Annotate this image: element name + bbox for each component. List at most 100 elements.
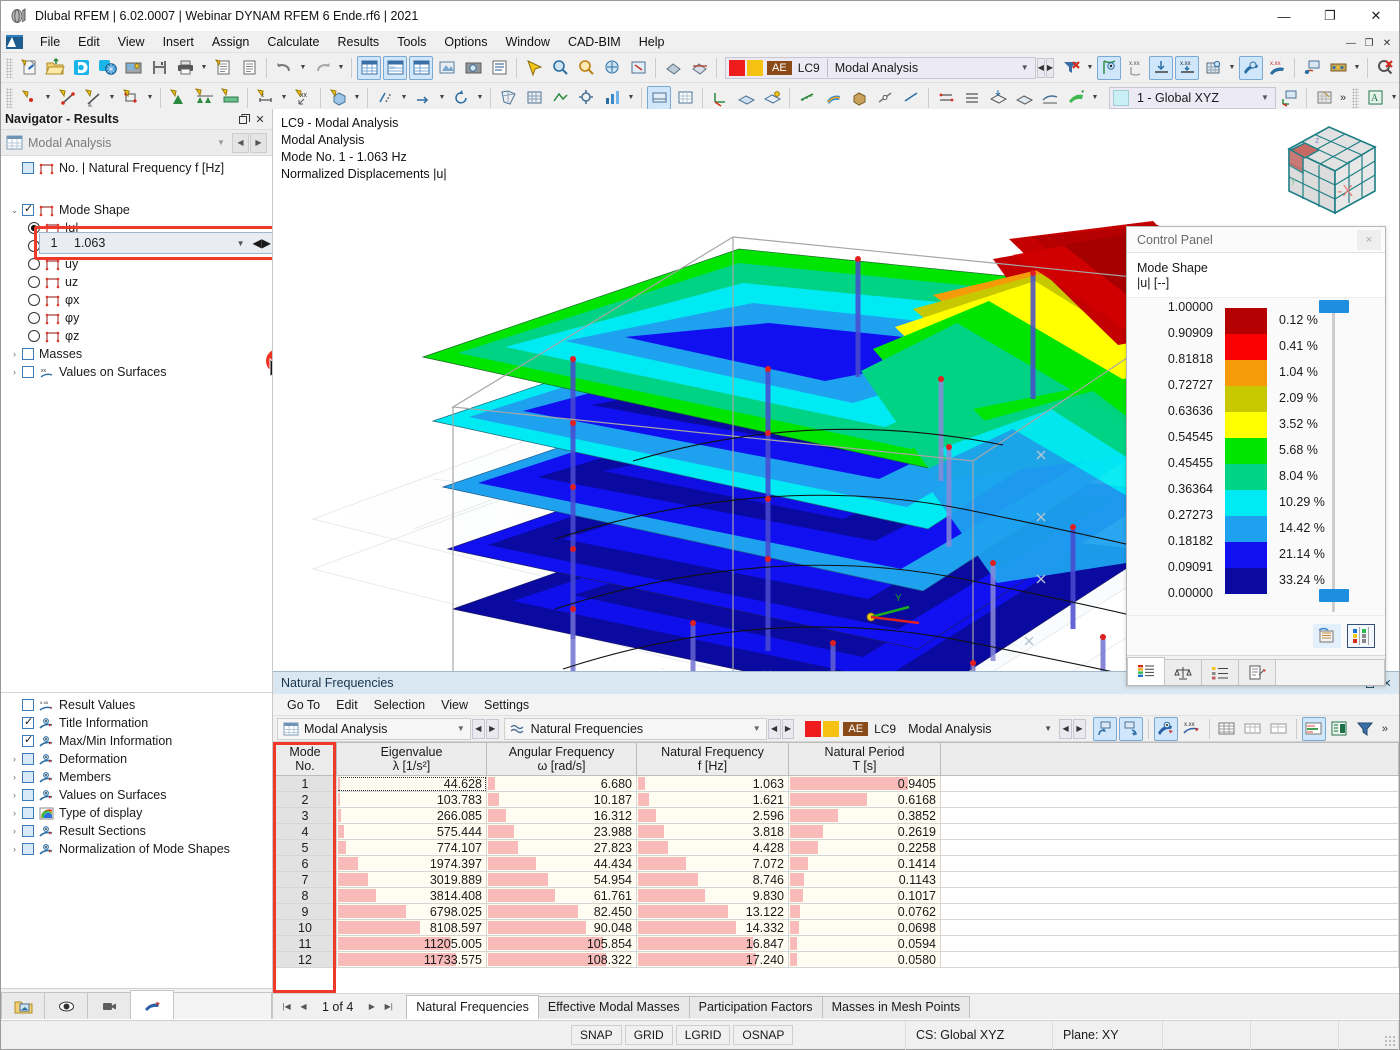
cell-natural-period[interactable]: 0.6168 <box>788 791 941 808</box>
snap-button[interactable]: SNAP <box>571 1025 622 1045</box>
result-tables-icon[interactable] <box>357 55 381 80</box>
cell-natural-period[interactable]: 0.3852 <box>788 807 941 824</box>
display-item-title-information[interactable]: Title Information <box>1 714 272 732</box>
tree-item-values-on-surfaces[interactable]: › xx Values on Surfaces <box>1 363 272 381</box>
table-analysis-dropdown-icon[interactable]: ▼ <box>452 724 470 733</box>
rotate-dropdown-icon[interactable]: ▼ <box>474 86 486 110</box>
table-tab-masses-in-mesh-points[interactable]: Masses in Mesh Points <box>821 995 971 1018</box>
display-item-type-of-display[interactable]: › Type of display <box>1 804 272 822</box>
display-checkbox-5[interactable] <box>22 789 34 801</box>
cell-natural-frequency[interactable]: 9.830 <box>636 887 789 904</box>
pager-prev-button[interactable]: ◀ <box>296 998 311 1016</box>
control-panel-tab-color-scale[interactable] <box>1127 657 1165 685</box>
cell-natural-frequency[interactable]: 7.072 <box>636 855 789 872</box>
redo-icon[interactable] <box>310 56 334 80</box>
table-type-prev-button[interactable]: ◀ <box>767 718 781 739</box>
excel-dropdown-icon[interactable]: ▼ <box>1388 86 1400 110</box>
display-checkbox-3[interactable] <box>22 753 34 765</box>
table-filter-icon[interactable] <box>1354 717 1378 741</box>
cell-natural-frequency[interactable]: 14.332 <box>636 919 789 936</box>
load-temperature-icon[interactable] <box>1038 86 1062 110</box>
cell-angular-frequency[interactable]: 61.761 <box>486 887 637 904</box>
cell-eigenvalue[interactable]: 44.628 <box>336 775 487 792</box>
result-value-labels-icon[interactable]: x.xx <box>1123 56 1147 80</box>
copy-mirror-icon[interactable] <box>373 86 397 110</box>
tree-item-component-phiy[interactable]: φy <box>22 309 272 327</box>
mesh-dropdown-icon[interactable]: ▼ <box>1226 56 1238 80</box>
close-button[interactable]: ✕ <box>1353 1 1399 31</box>
new-line-icon[interactable] <box>55 86 79 110</box>
table-input-icon[interactable] <box>383 55 407 80</box>
tree-item-mode-shape[interactable]: ⌄ Mode Shape <box>1 201 272 219</box>
values-expander-icon[interactable]: › <box>7 367 22 377</box>
select-objects-icon[interactable] <box>522 56 546 80</box>
display-item-values-on-surfaces[interactable]: › Values on Surfaces <box>1 786 272 804</box>
tree-item-masses[interactable]: › Masses <box>1 345 272 363</box>
cell-natural-frequency[interactable]: 16.847 <box>636 935 789 952</box>
coordinate-system-icon[interactable] <box>708 86 732 110</box>
color-spectrum-button[interactable] <box>1313 623 1341 648</box>
table-chart-icon[interactable] <box>1301 716 1326 741</box>
table-analysis-selector[interactable]: Modal Analysis ▼ <box>277 717 471 740</box>
tree-item-component-uz[interactable]: uz <box>22 273 272 291</box>
table-menu-edit[interactable]: Edit <box>328 697 366 713</box>
cell-eigenvalue[interactable]: 774.107 <box>336 839 487 856</box>
zoom-all-icon[interactable] <box>574 56 598 80</box>
mode-shape-expander-icon[interactable]: ⌄ <box>7 205 22 216</box>
navigator-tab-results[interactable] <box>130 990 174 1019</box>
table-type-selector[interactable]: Natural Frequencies ▼ <box>503 717 767 740</box>
cell-natural-frequency[interactable]: 2.596 <box>636 807 789 824</box>
display-expander-6[interactable]: › <box>7 808 22 818</box>
export-to-model-icon[interactable] <box>1092 716 1117 741</box>
import-from-model-icon[interactable] <box>1118 716 1143 741</box>
work-plane-icon[interactable] <box>734 86 758 110</box>
table-lc-prev-button[interactable]: ◀ <box>1059 718 1072 739</box>
surface-result-values-icon[interactable]: x.xx <box>1265 56 1289 80</box>
mode-shape-checkbox[interactable] <box>22 202 34 216</box>
cell-angular-frequency[interactable]: 105.854 <box>486 935 637 952</box>
new-line-dim-icon[interactable] <box>81 86 105 110</box>
table-row[interactable]: 9 6798.025 82.450 13.122 0.0762 <box>273 903 1399 920</box>
col-header-mode-no[interactable]: Mode No. <box>273 742 337 776</box>
tree-item-component-phiz[interactable]: φz <box>22 327 272 345</box>
dimension-dropdown-icon[interactable]: ▼ <box>278 86 290 110</box>
cell-mode-no[interactable]: 6 <box>273 855 337 872</box>
table-row[interactable]: 1 44.628 6.680 1.063 0.9405 <box>273 775 1399 792</box>
print-dropdown-icon[interactable]: ▼ <box>198 56 210 80</box>
print-icon[interactable] <box>173 56 197 80</box>
render-view-icon[interactable] <box>435 56 459 80</box>
display-item-result-values[interactable]: x.xx Result Values <box>1 696 272 714</box>
dlubal-cloud-icon[interactable] <box>69 56 93 80</box>
cell-natural-frequency[interactable]: 3.818 <box>636 823 789 840</box>
mesh-dropdown2-icon[interactable]: ▼ <box>625 86 637 110</box>
load-line-icon[interactable] <box>960 86 984 110</box>
menu-item-file[interactable]: File <box>31 31 69 53</box>
rfem-logo-icon[interactable] <box>5 33 25 51</box>
cell-natural-period[interactable]: 0.1414 <box>788 855 941 872</box>
display-expander-8[interactable]: › <box>7 844 22 854</box>
new-surface-support-icon[interactable] <box>218 86 242 110</box>
table-lc-dropdown-icon[interactable]: ▼ <box>1038 724 1058 733</box>
solid-render-icon[interactable] <box>847 86 871 110</box>
cell-mode-no[interactable]: 7 <box>273 871 337 888</box>
solid-dropdown-icon[interactable]: ▼ <box>351 86 363 110</box>
zoom-window-icon[interactable] <box>548 56 572 80</box>
section-view-icon[interactable] <box>687 56 711 80</box>
toolbar-grip[interactable] <box>6 57 13 78</box>
member-hinge-icon[interactable] <box>873 86 897 110</box>
cell-angular-frequency[interactable]: 90.048 <box>486 919 637 936</box>
minimize-button[interactable]: — <box>1261 1 1307 31</box>
navigator-analysis-selector[interactable]: Modal Analysis ▼ ◀ ▶ <box>1 130 272 156</box>
menu-item-insert[interactable]: Insert <box>154 31 203 53</box>
col-header-angular-frequency[interactable]: Angular Frequency ω [rad/s] <box>486 742 637 776</box>
cell-eigenvalue[interactable]: 6798.025 <box>336 903 487 920</box>
load-dropdown-icon[interactable]: ▼ <box>1089 86 1101 110</box>
component-radio-uy[interactable] <box>28 258 40 270</box>
table-row[interactable]: 2 103.783 10.187 1.621 0.6168 <box>273 791 1399 808</box>
load-imperfection-icon[interactable] <box>1012 86 1036 110</box>
table-type-dropdown-icon[interactable]: ▼ <box>748 724 766 733</box>
cell-mode-no[interactable]: 9 <box>273 903 337 920</box>
osnap-button[interactable]: OSNAP <box>733 1025 794 1045</box>
table-row[interactable]: 4 575.444 23.988 3.818 0.2619 <box>273 823 1399 840</box>
table-tab-effective-modal-masses[interactable]: Effective Modal Masses <box>537 995 690 1018</box>
